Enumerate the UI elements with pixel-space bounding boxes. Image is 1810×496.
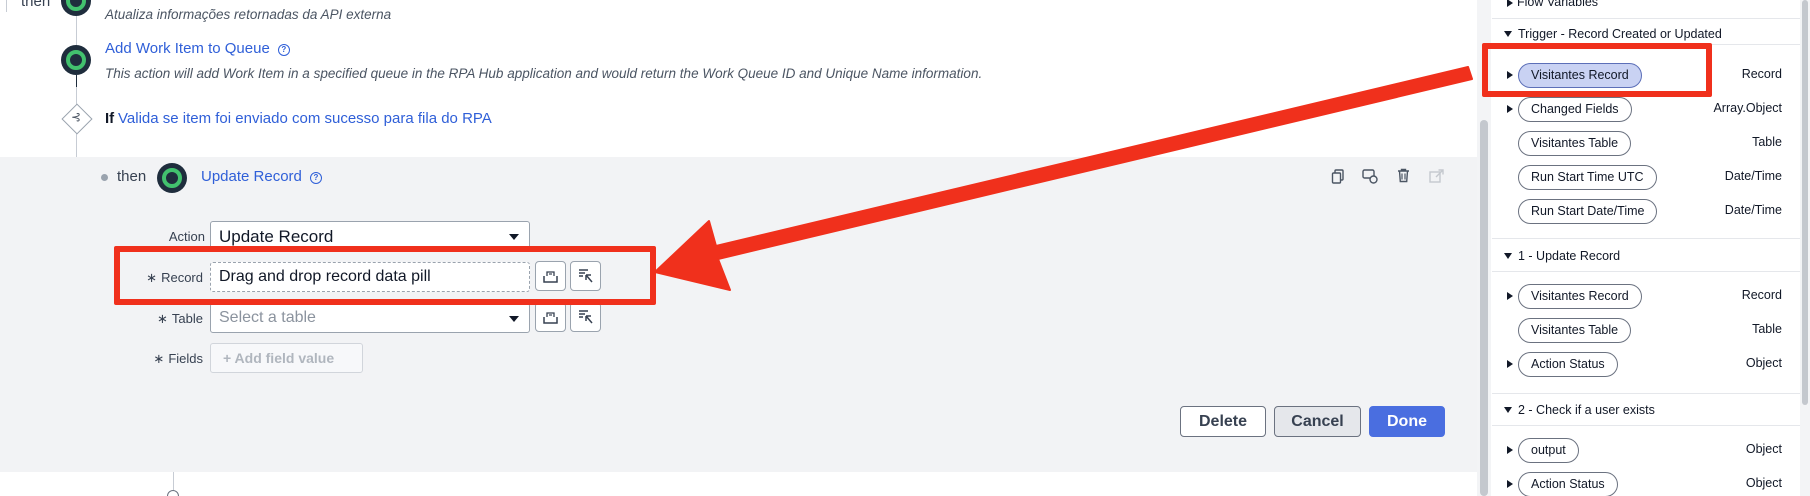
comment-icon[interactable] xyxy=(1362,169,1378,185)
step-bullet xyxy=(101,174,108,181)
pill-type: Record xyxy=(1741,288,1782,302)
pill-run-start-time-utc[interactable]: Run Start Time UTC xyxy=(1518,165,1657,190)
expand-arrow-icon[interactable] xyxy=(1507,480,1513,488)
divider xyxy=(1492,238,1800,239)
then-label: then xyxy=(117,168,147,185)
step-title-update-record[interactable]: Update Record? xyxy=(201,168,322,185)
expand-arrow-icon[interactable] xyxy=(1507,292,1513,300)
if-condition-link[interactable]: Valida se item foi enviado com sucesso p… xyxy=(118,110,492,127)
action-node-icon xyxy=(61,0,91,16)
trash-icon[interactable] xyxy=(1395,168,1411,184)
table-select[interactable]: Select a table xyxy=(210,303,530,333)
scrollbar-thumb[interactable] xyxy=(1480,120,1488,496)
annotation-highlight-source-pill xyxy=(1482,43,1712,97)
dot-walk-picker-button[interactable] xyxy=(570,302,601,332)
pill-type: Array.Object xyxy=(1713,101,1782,115)
pill-type: Object xyxy=(1745,356,1782,370)
help-icon[interactable]: ? xyxy=(277,44,290,56)
pill-visitantes-table[interactable]: Visitantes Table xyxy=(1518,318,1632,343)
annotation-highlight-record-field xyxy=(114,246,656,305)
pill-type: Date/Time xyxy=(1724,203,1782,217)
required-asterisk-icon: ∗ xyxy=(153,351,165,366)
collapse-arrow-icon[interactable] xyxy=(1504,31,1512,37)
branch-icon: ⊰ xyxy=(71,110,82,124)
divider xyxy=(1492,271,1800,272)
divider xyxy=(1492,18,1800,19)
pill-changed-fields[interactable]: Changed Fields xyxy=(1518,97,1632,122)
pill-type: Date/Time xyxy=(1724,169,1782,183)
step-description: Atualiza informações retornadas da API e… xyxy=(105,7,392,22)
open-external-icon[interactable] xyxy=(1428,169,1444,185)
expand-arrow-icon[interactable] xyxy=(1507,0,1513,7)
add-field-value-button[interactable]: + Add field value xyxy=(210,343,363,373)
fields-field-label: ∗ Fields xyxy=(153,351,203,366)
action-node-icon xyxy=(157,163,187,193)
pill-type: Table xyxy=(1752,322,1782,336)
pill-output[interactable]: output xyxy=(1518,438,1579,463)
step-description: This action will add Work Item in a spec… xyxy=(105,66,983,81)
table-select-placeholder: Select a table xyxy=(219,309,316,326)
chevron-down-icon xyxy=(509,316,519,322)
copy-icon[interactable] xyxy=(1330,169,1346,185)
pill-run-start-date-time[interactable]: Run Start Date/Time xyxy=(1518,199,1658,224)
required-asterisk-icon: ∗ xyxy=(157,311,168,326)
data-pill-picker-button[interactable] xyxy=(535,302,566,332)
pill-type: Record xyxy=(1741,67,1782,81)
expand-arrow-icon[interactable] xyxy=(1507,105,1513,113)
node-connector xyxy=(76,75,77,87)
scrollbar-thumb[interactable] xyxy=(1802,0,1808,405)
pill-visitantes-table[interactable]: Visitantes Table xyxy=(1518,131,1632,156)
add-step-icon[interactable] xyxy=(167,490,179,496)
flow-connector xyxy=(6,0,7,12)
expand-arrow-icon[interactable] xyxy=(1507,446,1513,454)
chevron-down-icon xyxy=(509,234,519,240)
if-keyword: If xyxy=(105,110,115,127)
pill-type: Object xyxy=(1745,442,1782,456)
step-edit-panel: then Update Record? Action Update Record xyxy=(0,157,1477,472)
collapse-arrow-icon[interactable] xyxy=(1504,407,1512,413)
section-update-record-header[interactable]: 1 - Update Record xyxy=(1504,249,1620,263)
expand-arrow-icon[interactable] xyxy=(1507,360,1513,368)
then-label: then xyxy=(21,0,51,10)
pill-type: Table xyxy=(1752,135,1782,149)
pill-action-status[interactable]: Action Status xyxy=(1518,472,1618,496)
section-check-user-header[interactable]: 2 - Check if a user exists xyxy=(1504,403,1655,417)
step-title-add-work-item[interactable]: Add Work Item to Queue? xyxy=(105,40,290,57)
divider xyxy=(1492,393,1800,394)
pill-action-status[interactable]: Action Status xyxy=(1518,352,1618,377)
pill-visitantes-record[interactable]: Visitantes Record xyxy=(1518,284,1642,309)
action-node-icon xyxy=(61,45,91,75)
cancel-button[interactable]: Cancel xyxy=(1274,406,1361,437)
section-flow-variables[interactable]: Flow Variables xyxy=(1517,0,1598,9)
collapse-arrow-icon[interactable] xyxy=(1504,253,1512,259)
page-scrollbar[interactable] xyxy=(1800,0,1810,496)
action-select-value: Update Record xyxy=(219,227,334,246)
delete-button[interactable]: Delete xyxy=(1180,406,1266,437)
done-button[interactable]: Done xyxy=(1369,406,1445,437)
action-field-label: Action xyxy=(168,229,205,244)
divider xyxy=(1492,425,1800,426)
pill-type: Object xyxy=(1745,476,1782,490)
table-field-label: ∗ Table xyxy=(157,311,203,326)
section-trigger-header[interactable]: Trigger - Record Created or Updated xyxy=(1504,27,1722,41)
help-icon[interactable]: ? xyxy=(309,172,322,184)
